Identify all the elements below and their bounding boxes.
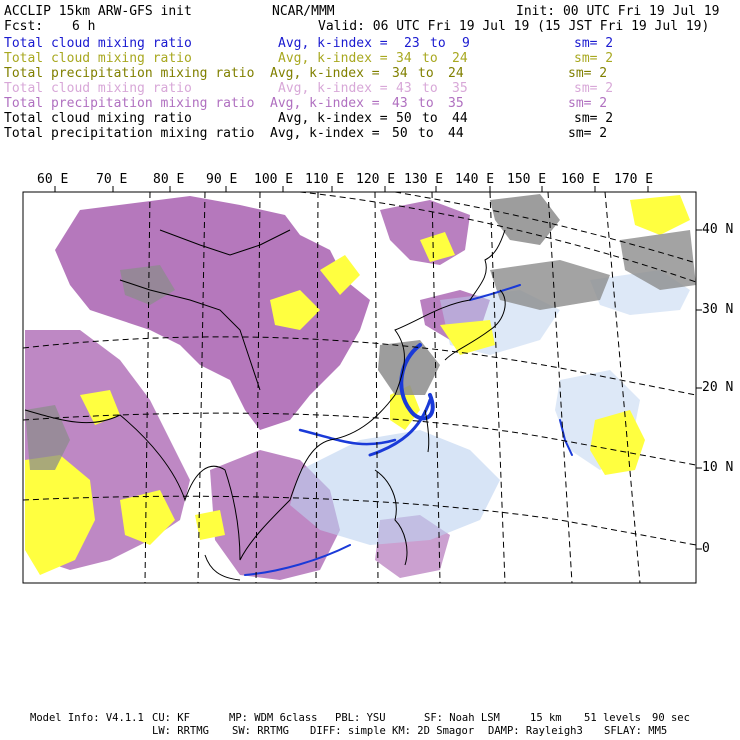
lon-label: 170 E xyxy=(614,172,654,187)
footer-item: SFLAY: MM5 xyxy=(604,725,668,737)
lat-label: 10 N xyxy=(702,460,734,475)
footer-item: CU: KF xyxy=(152,712,190,724)
map-plot-area xyxy=(23,192,696,583)
footer-item: KM: 2D Smagor xyxy=(392,725,475,737)
lon-label: 60 E xyxy=(37,172,69,187)
lon-label: 110 E xyxy=(305,172,345,187)
footer-item: DIFF: simple xyxy=(310,725,386,737)
lon-label: 100 E xyxy=(254,172,294,187)
footer-item: SW: RRTMG xyxy=(232,725,289,737)
lon-label: 140 E xyxy=(455,172,495,187)
lat-label: 20 N xyxy=(702,380,734,395)
footer-item: 90 sec xyxy=(652,712,690,724)
lon-label: 120 E xyxy=(356,172,396,187)
footer-item: PBL: YSU xyxy=(335,712,386,724)
lon-label: 70 E xyxy=(96,172,128,187)
lon-label: 90 E xyxy=(206,172,238,187)
lat-label: 40 N xyxy=(702,222,734,237)
footer-item: 51 levels xyxy=(584,712,641,724)
footer-item: LW: RRTMG xyxy=(152,725,209,737)
footer-item: DAMP: Rayleigh3 xyxy=(488,725,583,737)
footer-item: SF: Noah LSM xyxy=(424,712,500,724)
lon-label: 150 E xyxy=(507,172,547,187)
lon-label: 130 E xyxy=(404,172,444,187)
lat-label: 30 N xyxy=(702,302,734,317)
footer-item: MP: WDM 6class xyxy=(229,712,318,724)
footer-item: 15 km xyxy=(530,712,562,724)
lon-label: 80 E xyxy=(153,172,185,187)
lon-label: 160 E xyxy=(561,172,601,187)
weather-map xyxy=(22,186,702,584)
lat-label: 0 xyxy=(702,541,710,556)
footer-item: Model Info: V4.1.1 xyxy=(30,712,144,724)
